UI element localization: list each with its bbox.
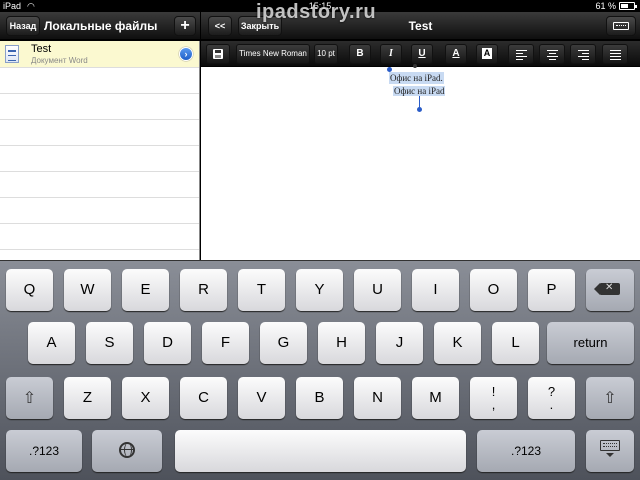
return-key[interactable]: return xyxy=(547,322,634,364)
file-row[interactable]: Test Документ Word › xyxy=(0,41,199,68)
format-toolbar: Times New Roman 10 pt B I U A A xyxy=(201,41,640,67)
key-i[interactable]: I xyxy=(412,269,459,311)
highlight-icon: A xyxy=(481,48,493,59)
selection-end-handle[interactable] xyxy=(417,107,422,112)
bold-button[interactable]: B xyxy=(349,44,371,64)
collapse-sidebar-button[interactable]: << xyxy=(208,16,232,36)
backspace-key[interactable] xyxy=(586,269,634,311)
font-color-button[interactable]: A xyxy=(445,44,467,64)
align-left-button[interactable] xyxy=(508,44,534,64)
align-right-button[interactable] xyxy=(570,44,596,64)
key-o[interactable]: O xyxy=(470,269,517,311)
hide-keyboard-key[interactable] xyxy=(586,430,634,472)
shift-icon: ⇧ xyxy=(22,389,37,407)
file-type: Документ Word xyxy=(31,56,88,65)
battery-icon xyxy=(619,2,637,10)
shift-left-key[interactable]: ⇧ xyxy=(6,377,53,419)
key-y[interactable]: Y xyxy=(296,269,343,311)
key-f[interactable]: F xyxy=(202,322,249,364)
key-b[interactable]: B xyxy=(296,377,343,419)
numbers-key-right[interactable]: .?123 xyxy=(477,430,575,472)
disclosure-arrow-icon[interactable]: › xyxy=(179,47,193,61)
word-document-icon xyxy=(5,45,19,63)
highlight-button[interactable]: A xyxy=(476,44,498,64)
key-c[interactable]: C xyxy=(180,377,227,419)
save-icon xyxy=(213,49,223,59)
files-nav-bar: Назад Локальные файлы + xyxy=(0,12,200,40)
key-n[interactable]: N xyxy=(354,377,401,419)
key-s[interactable]: S xyxy=(86,322,133,364)
keyboard-icon xyxy=(613,22,629,30)
battery-fill xyxy=(621,4,628,8)
font-color-icon: A xyxy=(452,48,460,59)
key-t[interactable]: T xyxy=(238,269,285,311)
file-name: Test xyxy=(31,43,52,55)
key-m[interactable]: M xyxy=(412,377,459,419)
key-v[interactable]: V xyxy=(238,377,285,419)
empty-row xyxy=(0,172,199,198)
key-p[interactable]: P xyxy=(528,269,575,311)
key-h[interactable]: H xyxy=(318,322,365,364)
shift-right-key[interactable]: ⇧ xyxy=(586,377,634,419)
files-title: Локальные файлы xyxy=(44,19,158,33)
empty-row xyxy=(0,94,199,120)
italic-button[interactable]: I xyxy=(380,44,402,64)
align-center-icon xyxy=(546,50,558,62)
empty-row xyxy=(0,146,199,172)
key-exclaim-comma[interactable]: ! , xyxy=(470,377,517,419)
file-list: Test Документ Word › xyxy=(0,41,200,260)
empty-row xyxy=(0,224,199,250)
document-text-line: Офис на iPad xyxy=(393,86,446,96)
key-z[interactable]: Z xyxy=(64,377,111,419)
key-x[interactable]: X xyxy=(122,377,169,419)
cursor-dot xyxy=(413,64,417,68)
font-size-button[interactable]: 10 pt xyxy=(314,44,338,64)
key-q[interactable]: Q xyxy=(6,269,53,311)
key-d[interactable]: D xyxy=(144,322,191,364)
align-left-icon xyxy=(515,50,527,62)
align-justify-button[interactable] xyxy=(602,44,628,64)
hide-keyboard-icon xyxy=(600,440,620,458)
underline-button[interactable]: U xyxy=(411,44,433,64)
key-l[interactable]: L xyxy=(492,322,539,364)
empty-row xyxy=(0,120,199,146)
empty-row xyxy=(0,198,199,224)
key-u[interactable]: U xyxy=(354,269,401,311)
font-name-button[interactable]: Times New Roman xyxy=(236,44,310,64)
align-right-icon xyxy=(577,50,589,62)
key-a[interactable]: A xyxy=(28,322,75,364)
save-button[interactable] xyxy=(206,44,230,64)
key-e[interactable]: E xyxy=(122,269,169,311)
key-exclaim-comma-label: ! , xyxy=(491,384,496,413)
keyboard-toggle-button[interactable] xyxy=(606,16,636,36)
key-question-period[interactable]: ? . xyxy=(528,377,575,419)
key-k[interactable]: K xyxy=(434,322,481,364)
document-text-line: Офис на iPad. xyxy=(389,72,444,84)
globe-icon xyxy=(119,442,135,459)
document-editor[interactable]: Офис на iPad. Офис на iPad xyxy=(201,64,640,260)
key-w[interactable]: W xyxy=(64,269,111,311)
key-g[interactable]: G xyxy=(260,322,307,364)
backspace-icon xyxy=(594,281,620,296)
key-r[interactable]: R xyxy=(180,269,227,311)
battery-percent: 61 % xyxy=(595,1,616,11)
space-key[interactable] xyxy=(175,430,466,472)
back-button[interactable]: Назад xyxy=(6,16,40,36)
numbers-key-left[interactable]: .?123 xyxy=(6,430,82,472)
empty-row xyxy=(0,68,199,94)
key-j[interactable]: J xyxy=(376,322,423,364)
align-justify-icon xyxy=(609,50,621,62)
shift-icon: ⇧ xyxy=(603,389,617,407)
onscreen-keyboard: Q W E R T Y U I O P A S D F G H J K L re… xyxy=(0,260,640,480)
key-question-period-label: ? . xyxy=(547,384,556,413)
add-file-button[interactable]: + xyxy=(174,16,196,36)
watermark: ipadstory.ru xyxy=(256,1,377,23)
align-center-button[interactable] xyxy=(539,44,565,64)
globe-key[interactable] xyxy=(92,430,162,472)
